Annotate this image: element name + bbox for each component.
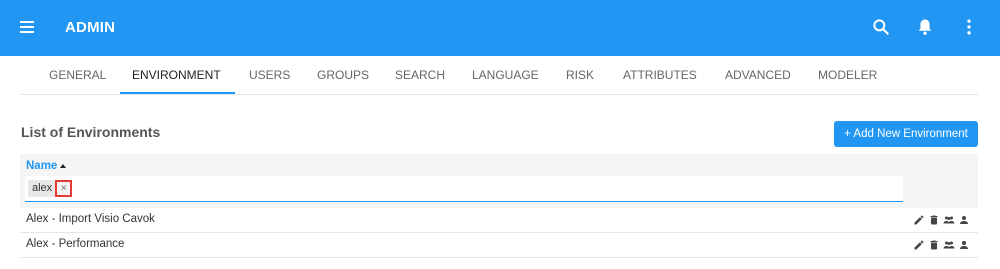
sort-ascending-icon [60,164,67,168]
app-bar: ADMIN [0,0,1000,56]
edit-icon[interactable] [913,239,925,251]
tab-groups[interactable]: GROUPS [317,68,369,82]
tab-advanced[interactable]: ADVANCED [725,68,791,82]
tab-environment[interactable]: ENVIRONMENT [132,68,221,82]
bell-icon[interactable] [915,17,935,37]
tab-attributes[interactable]: ATTRIBUTES [623,68,697,82]
menu-icon[interactable] [20,20,34,34]
filter-chip: alex × [28,180,73,197]
table-header: Name alex × [20,154,978,208]
table-row[interactable]: Alex - Performance [20,233,978,258]
tab-users[interactable]: USERS [249,68,290,82]
delete-icon[interactable] [928,214,940,226]
name-filter-input[interactable]: alex × [25,176,903,202]
user-icon[interactable] [958,239,970,251]
more-vert-icon[interactable] [959,17,979,37]
search-icon[interactable] [871,17,891,37]
row-actions [913,239,970,251]
column-header-name[interactable]: Name [26,160,67,172]
table-row[interactable]: Alex - Import Visio Cavok [20,208,978,233]
environment-name[interactable]: Alex - Performance [26,238,124,250]
chip-remove-icon[interactable]: × [55,180,73,197]
groups-icon[interactable] [943,214,955,226]
app-title: ADMIN [65,19,116,36]
row-actions [913,214,970,226]
section-title: List of Environments [21,124,161,140]
tab-general[interactable]: GENERAL [49,68,106,82]
user-icon[interactable] [958,214,970,226]
tab-search[interactable]: SEARCH [395,68,445,82]
tab-modeler[interactable]: MODELER [818,68,877,82]
edit-icon[interactable] [913,214,925,226]
admin-tabs: GENERAL ENVIRONMENT USERS GROUPS SEARCH … [20,56,978,95]
column-name-label: Name [26,160,58,172]
environment-name[interactable]: Alex - Import Visio Cavok [26,213,155,225]
active-tab-indicator [120,92,235,94]
add-new-environment-button[interactable]: + Add New Environment [834,121,978,147]
filter-chip-label: alex [32,182,53,194]
delete-icon[interactable] [928,239,940,251]
tab-language[interactable]: LANGUAGE [472,68,539,82]
tab-risk[interactable]: RISK [566,68,594,82]
groups-icon[interactable] [943,239,955,251]
